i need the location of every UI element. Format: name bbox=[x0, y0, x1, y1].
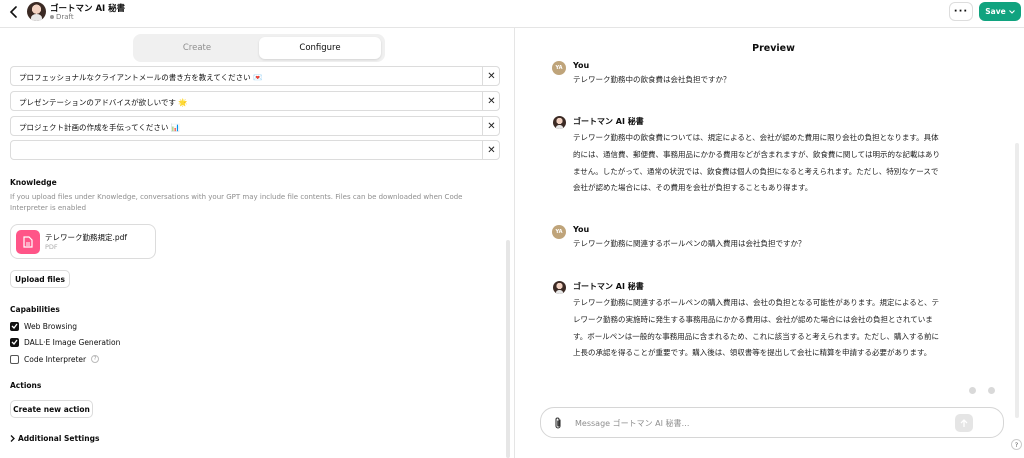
capability-web-browsing[interactable]: Web Browsing bbox=[10, 320, 77, 332]
remove-starter-button[interactable]: ✕ bbox=[482, 141, 500, 160]
arrow-up-icon bbox=[960, 418, 968, 427]
preview-title: Preview bbox=[752, 43, 795, 54]
user-avatar: YA bbox=[552, 225, 566, 239]
message-actions bbox=[969, 387, 995, 394]
save-button[interactable]: Save bbox=[979, 2, 1021, 21]
upload-files-button[interactable]: Upload files bbox=[10, 270, 70, 288]
configure-panel: Create Configure プロフェッショナルなクライアントメールの書き方… bbox=[0, 28, 515, 458]
remove-starter-button[interactable]: ✕ bbox=[482, 67, 500, 86]
scrollbar[interactable] bbox=[1015, 143, 1019, 418]
attach-button[interactable] bbox=[551, 416, 565, 430]
send-button[interactable] bbox=[955, 414, 973, 432]
more-options-button[interactable]: ··· bbox=[949, 2, 973, 21]
help-icon[interactable]: ? bbox=[1011, 439, 1022, 450]
tab-create[interactable]: Create bbox=[136, 37, 258, 59]
draft-status: Draft bbox=[50, 13, 74, 21]
assistant-avatar bbox=[553, 116, 566, 129]
capabilities-title: Capabilities bbox=[10, 305, 60, 314]
message-text: テレワーク勤務に関連するボールペンの購入費用は会社負担ですか？ bbox=[573, 239, 806, 248]
message-author: ゴートマン AI 秘書 bbox=[573, 117, 644, 126]
status-dot-icon bbox=[50, 15, 54, 19]
gpt-avatar bbox=[27, 2, 46, 21]
conversation-starter-2[interactable]: プレゼンテーションのアドバイスが欲しいです 🌟 ✕ bbox=[10, 91, 500, 111]
message-author: You bbox=[573, 225, 590, 234]
capability-code-interpreter[interactable]: Code Interpreter ? bbox=[10, 353, 100, 365]
actions-title: Actions bbox=[10, 381, 42, 390]
close-icon: ✕ bbox=[487, 121, 496, 132]
additional-settings-toggle[interactable]: Additional Settings bbox=[10, 434, 99, 443]
mode-tabs: Create Configure bbox=[133, 34, 385, 62]
user-avatar: YA bbox=[552, 61, 566, 75]
tab-configure[interactable]: Configure bbox=[259, 37, 381, 59]
capability-label: Web Browsing bbox=[24, 321, 78, 331]
scrollbar[interactable] bbox=[506, 240, 510, 458]
conversation-starter-1[interactable]: プロフェッショナルなクライアントメールの書き方を教えてください 💌 ✕ bbox=[10, 66, 500, 86]
message-text: テレワーク勤務中の飲食費については、規定によると、会社が認めた費用に限り会社の負… bbox=[573, 133, 940, 193]
checkbox-unchecked-icon[interactable] bbox=[10, 354, 19, 364]
starter-text: プロフェッショナルなクライアントメールの書き方を教えてください 💌 bbox=[19, 73, 263, 82]
knowledge-title: Knowledge bbox=[10, 178, 57, 187]
save-label: Save bbox=[985, 7, 1006, 16]
starter-text: プレゼンテーションのアドバイスが欲しいです 🌟 bbox=[19, 98, 188, 107]
document-icon bbox=[16, 230, 40, 254]
knowledge-file-card[interactable]: テレワーク勤務規定.pdf PDF bbox=[10, 224, 156, 259]
chevron-left-icon bbox=[9, 6, 17, 18]
close-icon: ✕ bbox=[487, 71, 496, 82]
status-text: Draft bbox=[56, 13, 74, 21]
message-author: You bbox=[573, 61, 590, 70]
remove-starter-button[interactable]: ✕ bbox=[482, 117, 500, 136]
remove-starter-button[interactable]: ✕ bbox=[482, 92, 500, 111]
top-bar: ゴートマン AI 秘書 Draft ··· Save bbox=[0, 0, 1024, 28]
file-name: テレワーク勤務規定.pdf bbox=[45, 233, 128, 242]
message-composer[interactable]: Message ゴートマン AI 秘書… bbox=[540, 407, 1004, 438]
capability-label: Code Interpreter bbox=[24, 354, 87, 364]
capability-dalle[interactable]: DALL·E Image Generation bbox=[10, 336, 120, 348]
refresh-icon[interactable] bbox=[969, 387, 976, 394]
message-text: テレワーク勤務に関連するボールペンの購入費用は、会社の負担となる可能性があります… bbox=[573, 298, 939, 358]
chevron-right-icon bbox=[10, 435, 15, 442]
message-text: テレワーク勤務中の飲食費は会社負担ですか？ bbox=[573, 75, 731, 84]
back-button[interactable] bbox=[6, 4, 22, 20]
chevron-down-icon bbox=[1008, 9, 1015, 14]
close-icon: ✕ bbox=[487, 96, 496, 107]
checkbox-checked-icon[interactable] bbox=[10, 321, 19, 331]
knowledge-description: If you upload files under Knowledge, con… bbox=[10, 193, 463, 212]
conversation-starter-empty[interactable]: ✕ bbox=[10, 140, 500, 160]
preview-panel: Preview YA You テレワーク勤務中の飲食費は会社負担ですか？ ゴート… bbox=[516, 28, 1024, 458]
checkbox-checked-icon[interactable] bbox=[10, 337, 19, 347]
starter-text: プロジェクト計画の作成を手伝ってください 📊 bbox=[19, 123, 181, 132]
additional-settings-label: Additional Settings bbox=[18, 434, 100, 443]
capability-label: DALL·E Image Generation bbox=[24, 337, 121, 347]
conversation-starter-3[interactable]: プロジェクト計画の作成を手伝ってください 📊 ✕ bbox=[10, 116, 500, 136]
message-input[interactable]: Message ゴートマン AI 秘書… bbox=[575, 418, 690, 429]
message-author: ゴートマン AI 秘書 bbox=[573, 282, 644, 291]
paperclip-icon bbox=[555, 417, 561, 429]
close-icon: ✕ bbox=[487, 145, 496, 156]
thumbs-down-icon[interactable] bbox=[988, 387, 995, 394]
file-type: PDF bbox=[45, 243, 58, 251]
assistant-avatar bbox=[553, 281, 566, 294]
help-icon[interactable]: ? bbox=[91, 355, 100, 363]
create-new-action-button[interactable]: Create new action bbox=[10, 400, 93, 418]
